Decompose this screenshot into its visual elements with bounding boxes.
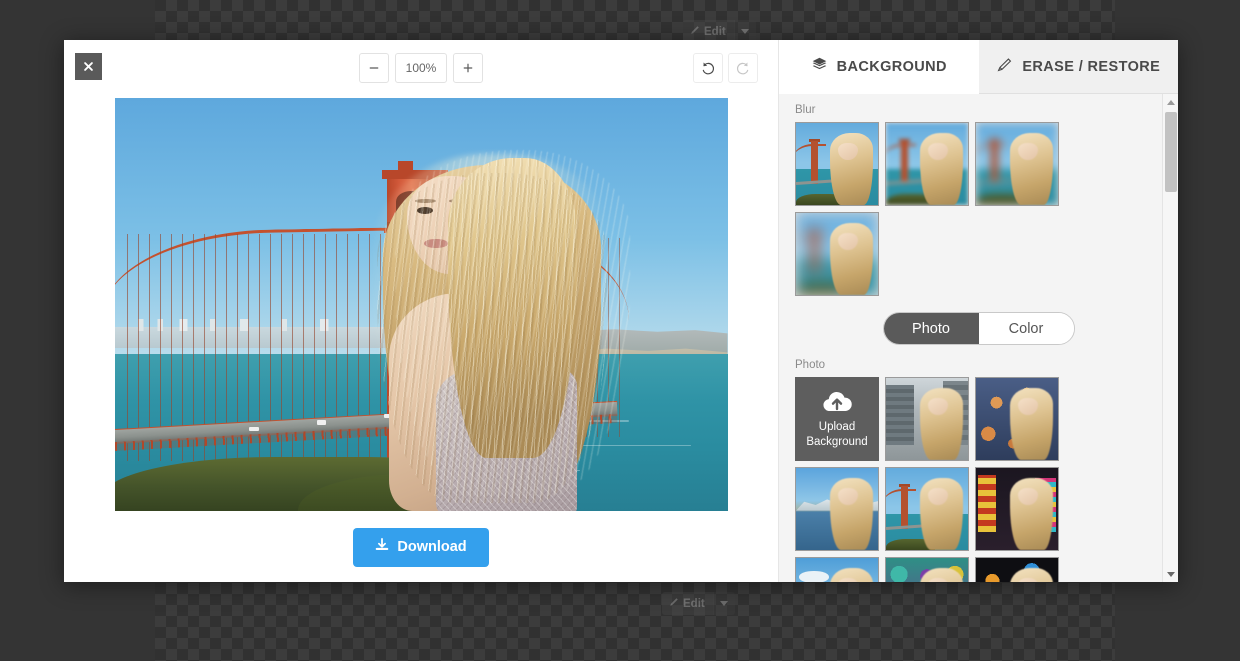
panel-scroll-area: Blur Photo Color Photo Upload Background: [779, 94, 1178, 582]
photo-option-neon-street[interactable]: [975, 467, 1059, 551]
redo-button[interactable]: [728, 53, 758, 83]
photo-thumbnail-grid: Upload Background: [795, 377, 1162, 582]
blur-preview: [796, 123, 878, 205]
photo-section-label: Photo: [795, 359, 826, 371]
tab-erase-restore[interactable]: ERASE / RESTORE: [978, 40, 1178, 94]
close-icon[interactable]: [75, 53, 102, 80]
layers-icon: [811, 56, 828, 77]
photo-option-city-street[interactable]: [885, 377, 969, 461]
photo-option-mountain-lake[interactable]: [795, 467, 879, 551]
transparency-checkerboard-bottom: [155, 583, 1115, 661]
toggle-color[interactable]: Color: [978, 313, 1074, 344]
edit-button-top-label: Edit: [704, 25, 726, 38]
photo-option-color-dots[interactable]: [885, 557, 969, 582]
chevron-down-icon[interactable]: [712, 592, 735, 615]
tab-erase-restore-label: ERASE / RESTORE: [1022, 58, 1161, 75]
close-glyph: [84, 62, 93, 71]
brush-icon: [669, 597, 679, 610]
cloud-upload-icon: [820, 390, 854, 419]
photo-color-toggle-wrap: Photo Color: [795, 312, 1162, 345]
background-panel: BACKGROUND ERASE / RESTORE Blur Photo Co…: [778, 40, 1178, 582]
download-button[interactable]: Download: [353, 527, 489, 567]
blur-option-high[interactable]: [795, 212, 879, 296]
plus-icon: [463, 63, 473, 73]
editor-pane: 100% Download: [64, 40, 778, 582]
download-button-label: Download: [397, 539, 467, 555]
toggle-photo[interactable]: Photo: [883, 313, 979, 344]
photo-preview-subject: [1010, 387, 1054, 460]
brush-icon: [996, 56, 1013, 77]
zoom-in-button[interactable]: [453, 53, 483, 83]
photo-option-dark-bokeh[interactable]: [975, 557, 1059, 582]
blur-option-medium[interactable]: [975, 122, 1059, 206]
blur-option-low[interactable]: [885, 122, 969, 206]
photo-option-warm-bokeh[interactable]: [975, 377, 1059, 461]
scrollbar-thumb[interactable]: [1165, 112, 1177, 192]
photo-option-golden-gate[interactable]: [885, 467, 969, 551]
tab-background[interactable]: BACKGROUND: [779, 40, 979, 94]
edit-button-bottom-label: Edit: [683, 597, 705, 610]
undo-button[interactable]: [693, 53, 723, 83]
redo-icon: [736, 62, 749, 75]
photo-preview-subject: [830, 477, 874, 550]
undo-icon: [702, 62, 715, 75]
photo-preview-subject: [920, 387, 964, 460]
panel-scrollbar[interactable]: [1162, 94, 1178, 582]
photo-car: [316, 420, 326, 425]
edit-button-bottom[interactable]: Edit: [662, 592, 713, 615]
upload-line2: Background: [806, 435, 868, 448]
photo-color-toggle: Photo Color: [882, 312, 1075, 345]
blur-preview: [976, 123, 1058, 205]
photo-car: [249, 426, 259, 432]
scroll-down-glyph: [1167, 571, 1175, 577]
history-controls: [693, 53, 758, 83]
image-stage: [64, 96, 778, 511]
cutout-subject: [360, 135, 654, 511]
photo-option-sky-mountain[interactable]: [795, 557, 879, 582]
upload-background-button[interactable]: Upload Background: [795, 377, 879, 461]
scroll-up-arrow[interactable]: [1163, 94, 1178, 110]
blur-preview: [886, 123, 968, 205]
panel-tabs: BACKGROUND ERASE / RESTORE: [779, 40, 1178, 94]
editor-toolbar: 100%: [64, 40, 778, 96]
brush-icon: [690, 25, 700, 38]
blur-preview: [796, 213, 878, 295]
edit-button-group-bottom[interactable]: Edit: [662, 592, 735, 615]
upload-line1: Upload: [818, 420, 856, 433]
photo-preview-subject: [1010, 477, 1054, 550]
zoom-out-button[interactable]: [359, 53, 389, 83]
zoom-controls: 100%: [359, 53, 483, 83]
photo-preview-subject: [920, 477, 964, 550]
edited-photo-preview[interactable]: [114, 98, 728, 511]
blur-thumbnail-grid: [795, 122, 1162, 296]
scroll-up-glyph: [1167, 99, 1175, 105]
subject-hair-wisps: [394, 150, 631, 496]
scroll-down-arrow[interactable]: [1163, 566, 1178, 582]
zoom-level-display[interactable]: 100%: [395, 53, 447, 83]
blur-option-none[interactable]: [795, 122, 879, 206]
tab-background-label: BACKGROUND: [836, 58, 947, 75]
blur-section-label: Blur: [795, 104, 816, 116]
background-editor-modal: 100% Download BACKGROUND ERASE / RESTORE…: [64, 40, 1178, 582]
panel-content: Blur Photo Color Photo Upload Background: [779, 94, 1178, 582]
download-icon: [375, 538, 389, 556]
minus-icon: [369, 67, 379, 69]
download-row: Download: [64, 511, 778, 583]
